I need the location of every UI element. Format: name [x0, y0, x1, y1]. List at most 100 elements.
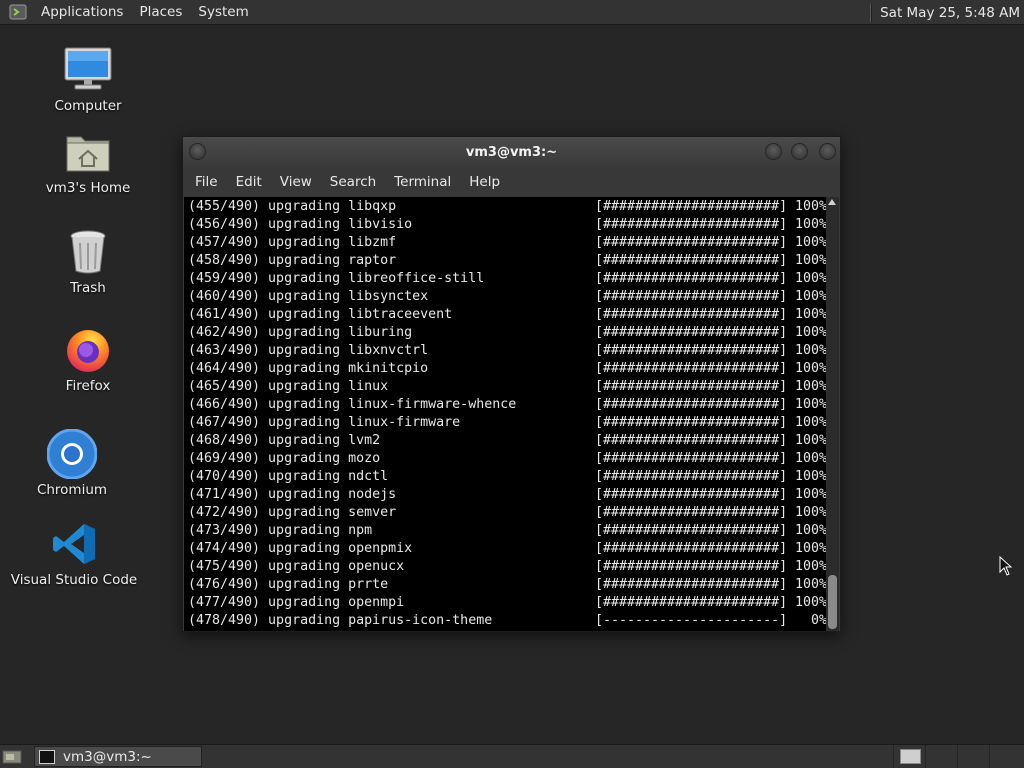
menu-terminal[interactable]: Terminal — [386, 174, 459, 190]
terminal-line-text: (473/490) upgrading npm — [188, 523, 373, 538]
clock[interactable]: Sat May 25, 5:48 AM — [880, 5, 1024, 21]
workspace-1[interactable] — [893, 745, 925, 768]
terminal-line-text: (455/490) upgrading libqxp — [188, 199, 397, 214]
progress-percent: 0% — [810, 613, 827, 628]
terminal-line-text: (469/490) upgrading mozo — [188, 451, 381, 466]
progress-bar-text: [######################] — [595, 595, 788, 610]
desktop-icon-trash[interactable]: Trash — [56, 226, 120, 296]
progress-percent: 100% — [794, 451, 827, 466]
progress-bar-text: [######################] — [595, 343, 788, 358]
terminal-line-text: (467/490) upgrading linux-firmware — [188, 415, 461, 430]
terminal-line-text: (459/490) upgrading libreoffice-still — [188, 271, 485, 286]
progress-bar-text: [######################] — [595, 433, 788, 448]
trash-icon — [62, 226, 114, 278]
terminal-line-text: (462/490) upgrading liburing — [188, 325, 413, 340]
terminal-line-text: (477/490) upgrading openmpi — [188, 595, 405, 610]
terminal-line-text: (463/490) upgrading libxnvctrl — [188, 343, 429, 358]
workspace-3[interactable] — [957, 745, 989, 768]
progress-percent: 100% — [794, 433, 827, 448]
desktop-icon-label: Visual Studio Code — [10, 572, 138, 588]
terminal-line-text: (474/490) upgrading openpmix — [188, 541, 413, 556]
vscode-icon — [48, 518, 100, 570]
window-title: vm3@vm3:~ — [465, 144, 558, 160]
desktop-icon-label: Firefox — [65, 378, 111, 394]
progress-percent: 100% — [794, 397, 827, 412]
terminal-line-text: (465/490) upgrading linux — [188, 379, 389, 394]
progress-percent: 100% — [794, 469, 827, 484]
desktop-icon-computer[interactable]: Computer — [54, 44, 122, 114]
progress-percent: 100% — [794, 559, 827, 574]
menu-help[interactable]: Help — [461, 174, 508, 190]
progress-percent: 100% — [794, 523, 827, 538]
applications-menu[interactable]: Applications — [33, 0, 131, 25]
chromium-icon — [46, 428, 98, 480]
terminal-output[interactable]: (455/490) upgrading libqxp [#############… — [184, 197, 827, 631]
system-menu[interactable]: System — [190, 0, 256, 25]
progress-bar-text: [######################] — [595, 487, 788, 502]
terminal-line-text: (470/490) upgrading ndctl — [188, 469, 389, 484]
workspace-window-preview — [900, 749, 921, 764]
terminal-line: (464/490) upgrading mkinitcpio [#########… — [188, 360, 827, 378]
bottom-panel: vm3@vm3:~ — [0, 744, 1024, 768]
menu-edit[interactable]: Edit — [228, 174, 270, 190]
terminal-line: (458/490) upgrading raptor [#############… — [188, 252, 827, 270]
terminal-line-text: (471/490) upgrading nodejs — [188, 487, 397, 502]
progress-bar-text: [######################] — [595, 271, 788, 286]
terminal-line-text: (472/490) upgrading semver — [188, 505, 397, 520]
scrollbar-thumb[interactable] — [828, 575, 837, 629]
progress-bar-text: [######################] — [595, 451, 788, 466]
show-desktop-icon[interactable] — [2, 749, 22, 765]
progress-bar-text: [######################] — [595, 379, 788, 394]
terminal-line: (457/490) upgrading libzmf [#############… — [188, 234, 827, 252]
taskbar-terminal-button[interactable]: vm3@vm3:~ — [34, 746, 202, 767]
terminal-line: (456/490) upgrading libvisio [###########… — [188, 216, 827, 234]
desktop-icon-label: Trash — [70, 280, 106, 296]
terminal-line: (475/490) upgrading openucx [############… — [188, 558, 827, 576]
workspace-4[interactable] — [989, 745, 1021, 768]
progress-percent: 100% — [794, 199, 827, 214]
terminal-line-text: (464/490) upgrading mkinitcpio — [188, 361, 429, 376]
window-titlebar[interactable]: vm3@vm3:~ — [183, 137, 840, 167]
places-menu[interactable]: Places — [131, 0, 190, 25]
progress-bar-text: [######################] — [595, 397, 788, 412]
progress-percent: 100% — [794, 289, 827, 304]
progress-bar-text: [######################] — [595, 523, 788, 538]
progress-bar-text: [######################] — [595, 253, 788, 268]
desktop-icon-home[interactable]: vm3's Home — [46, 126, 130, 196]
menu-view[interactable]: View — [272, 174, 320, 190]
scroll-up-arrow-icon[interactable] — [828, 199, 836, 205]
terminal-menubar: File Edit View Search Terminal Help — [183, 167, 840, 197]
workspace-switcher[interactable] — [893, 745, 1021, 768]
terminal-line: (471/490) upgrading nodejs [#############… — [188, 486, 827, 504]
progress-bar-text: [######################] — [595, 577, 788, 592]
computer-icon — [62, 44, 114, 96]
menu-search[interactable]: Search — [322, 174, 384, 190]
terminal-scrollbar[interactable] — [826, 197, 839, 631]
progress-bar-text: [######################] — [595, 361, 788, 376]
terminal-line-text: (468/490) upgrading lvm2 — [188, 433, 381, 448]
progress-bar-text: [######################] — [595, 289, 788, 304]
close-button[interactable] — [819, 143, 836, 160]
progress-percent: 100% — [794, 505, 827, 520]
terminal-line-text: (475/490) upgrading openucx — [188, 559, 405, 574]
desktop-icon-vscode[interactable]: Visual Studio Code — [10, 518, 138, 588]
taskbar-label: vm3@vm3:~ — [63, 748, 152, 765]
progress-bar-text: [######################] — [595, 415, 788, 430]
terminal-line-text: (461/490) upgrading libtraceevent — [188, 307, 453, 322]
terminal-line: (467/490) upgrading linux-firmware [#####… — [188, 414, 827, 432]
mate-logo-icon[interactable] — [7, 1, 29, 23]
desktop-icon-chromium[interactable]: Chromium — [36, 428, 108, 498]
terminal-line: (465/490) upgrading linux [##############… — [188, 378, 827, 396]
terminal-window[interactable]: vm3@vm3:~ File Edit View Search Terminal… — [182, 136, 841, 632]
minimize-button[interactable] — [765, 143, 782, 160]
desktop-icon-firefox[interactable]: Firefox — [56, 324, 120, 394]
progress-bar-text: [######################] — [595, 541, 788, 556]
workspace-2[interactable] — [925, 745, 957, 768]
desktop-icon-label: Chromium — [36, 482, 108, 498]
terminal-line: (477/490) upgrading openmpi [############… — [188, 594, 827, 612]
window-menu-button[interactable] — [189, 143, 206, 160]
terminal-line: (461/490) upgrading libtraceevent [######… — [188, 306, 827, 324]
menu-file[interactable]: File — [187, 174, 226, 190]
maximize-button[interactable] — [791, 143, 808, 160]
panel-separator — [870, 3, 873, 22]
